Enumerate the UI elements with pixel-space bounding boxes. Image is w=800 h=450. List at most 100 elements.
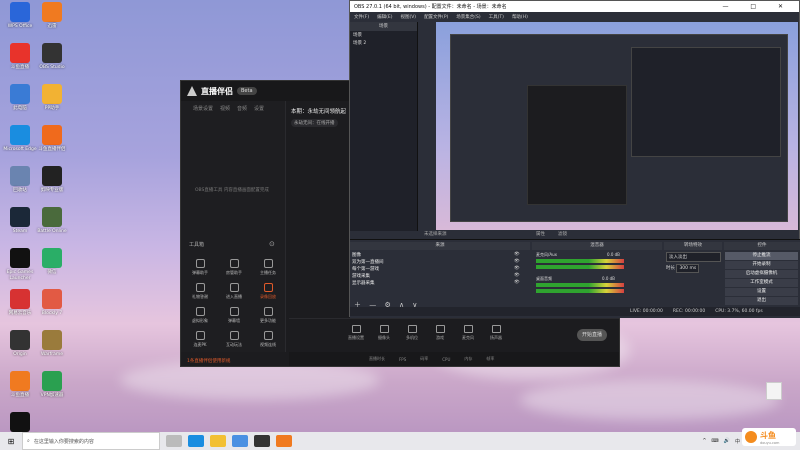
taskbar-search[interactable]: ⌕ 在这里输入你要搜索的内容	[22, 432, 160, 450]
start-icon[interactable]: ⊞	[0, 437, 22, 446]
tool-item[interactable]: 连麦PK	[185, 331, 215, 348]
bottom-tool-button[interactable]: 多机位	[401, 325, 423, 341]
scene-item[interactable]: 场景	[350, 31, 417, 39]
version-badge[interactable]: Beta	[237, 87, 257, 95]
visibility-icon[interactable]: 👁	[514, 252, 520, 257]
control-button[interactable]: 启动虚拟摄像机	[725, 270, 798, 278]
duration-input[interactable]: 300 ms	[676, 264, 700, 273]
live-tab[interactable]: 视频	[220, 105, 230, 112]
visibility-icon[interactable]: 👁	[514, 273, 520, 278]
source-item[interactable]: 双为第一直播间 👁	[352, 259, 530, 265]
live-status-item: 直播时长	[369, 356, 385, 361]
scene-item[interactable]: 场景 2	[350, 39, 417, 47]
desktop-icon[interactable]: VPN加速器	[32, 371, 72, 399]
tool-item[interactable]: 房管助手	[219, 259, 249, 276]
properties-button[interactable]: 属性	[536, 231, 545, 237]
tray-up-icon[interactable]: ^	[702, 438, 706, 445]
app-icon	[42, 289, 62, 309]
tool-icon	[263, 331, 273, 340]
tool-item[interactable]: 进入直播	[219, 283, 249, 300]
live-status-item: 内存	[464, 356, 473, 361]
tool-item[interactable]: 更多功能	[253, 307, 283, 324]
explorer-icon[interactable]	[210, 435, 226, 447]
desktop-icon[interactable]: Blockly 7	[32, 289, 72, 317]
sources-header: 来源	[350, 242, 530, 250]
store-icon[interactable]	[232, 435, 248, 447]
desktop-icon[interactable]: 微信	[32, 248, 72, 276]
visibility-icon[interactable]: 👁	[514, 266, 520, 271]
category-tag[interactable]: 永劫无间：在线开播	[291, 119, 338, 127]
obs-menu-item[interactable]: 编辑(E)	[377, 14, 392, 20]
bottom-tool-button[interactable]: 游戏	[429, 325, 451, 341]
visibility-icon[interactable]: 👁	[514, 259, 520, 264]
live-task-icon[interactable]	[276, 435, 292, 447]
tool-item[interactable]: 主播任务	[253, 259, 283, 276]
tool-item[interactable]: 弹幕墙	[219, 307, 249, 324]
watermark-text: 斗鱼	[760, 430, 776, 440]
source-item[interactable]: 显示器采集 👁	[352, 280, 530, 286]
douyu-watermark: 斗鱼 douyu.com	[742, 428, 796, 446]
logo-icon	[187, 86, 197, 96]
tool-label: 虚拟形象	[192, 318, 208, 323]
obs-menu-item[interactable]: 帮助(H)	[512, 14, 528, 20]
task-view-icon[interactable]	[166, 435, 182, 447]
tray-lang[interactable]: 中	[735, 438, 740, 445]
tool-label: 互动玩法	[226, 342, 242, 347]
obs-menu-item[interactable]: 场景集合(S)	[456, 14, 480, 20]
control-button[interactable]: 工作室模式	[725, 279, 798, 287]
edge-icon[interactable]	[188, 435, 204, 447]
transition-select[interactable]: 淡入淡出	[666, 252, 721, 262]
source-item[interactable]: 图像 👁	[352, 252, 530, 258]
controls-header: 控件	[724, 242, 800, 250]
visibility-icon[interactable]: 👁	[514, 280, 520, 285]
desktop-icon[interactable]: PP助手	[32, 84, 72, 112]
bottom-tool-button[interactable]: 扬声器	[485, 325, 507, 341]
tool-label: 主播任务	[260, 270, 276, 275]
source-item[interactable]: 游戏采集 👁	[352, 273, 530, 279]
tool-icon	[263, 259, 273, 268]
control-button[interactable]: 设置	[725, 288, 798, 296]
tool-item[interactable]: 礼物答谢	[185, 283, 215, 300]
desktop-icon[interactable]: 剪映专业版	[32, 166, 72, 194]
tool-item[interactable]: 虚拟形象	[185, 307, 215, 324]
more-icon[interactable]: ⊙	[269, 240, 275, 248]
app-icon	[42, 371, 62, 391]
obs-window-controls[interactable]: — □ ✕	[722, 3, 799, 10]
obs-menu-item[interactable]: 视图(V)	[400, 14, 416, 20]
tray-volume-icon[interactable]: 🔊	[724, 438, 730, 445]
obs-preview[interactable]	[436, 22, 798, 230]
live-tab[interactable]: 设置	[254, 105, 264, 112]
bottom-tool-button[interactable]: 直播设置	[345, 325, 367, 341]
tool-item[interactable]: 录像回放	[253, 283, 283, 300]
desktop-file-icon[interactable]	[766, 382, 782, 400]
control-button[interactable]: 开始录制	[725, 261, 798, 269]
obs-menu-item[interactable]: 文件(F)	[354, 14, 369, 20]
live-tab[interactable]: 音频	[237, 105, 247, 112]
desktop-icon[interactable]: 迅雷	[32, 2, 72, 30]
app-icon	[42, 125, 62, 145]
desktop-icon-label: 微信	[47, 270, 57, 275]
desktop-icon[interactable]: Warframe	[32, 330, 72, 358]
tool-item[interactable]: 弹幕助手	[185, 259, 215, 276]
obs-menu-item[interactable]: 配置文件(P)	[424, 14, 448, 20]
tool-item[interactable]: 视频连线	[253, 331, 283, 348]
live-tab[interactable]: 场景设置	[193, 105, 213, 112]
desktop-icon[interactable]: 斗鱼直播伴侣	[32, 125, 72, 153]
tool-item[interactable]: 互动玩法	[219, 331, 249, 348]
desktop-icon[interactable]: OBS Studio	[32, 43, 72, 71]
start-live-button[interactable]: 开始直播	[577, 329, 607, 341]
obs-menu-item[interactable]: 工具(T)	[489, 14, 504, 20]
control-button[interactable]: 停止推流	[725, 252, 798, 260]
notice-link[interactable]: 1条直播伴侣使用新规	[187, 359, 230, 364]
app-icon	[10, 166, 30, 186]
source-item[interactable]: 每个第一游戏 👁	[352, 266, 530, 272]
bottom-tool-button[interactable]: 麦克风	[457, 325, 479, 341]
filters-button[interactable]: 滤镜	[558, 231, 567, 237]
obs-task-icon[interactable]	[254, 435, 270, 447]
notice-bar[interactable]: 1条直播伴侣使用新规	[187, 358, 230, 364]
desktop-icon[interactable]: Battle Online	[32, 207, 72, 235]
bottom-tool-button[interactable]: 摄像头	[373, 325, 395, 341]
tray-keyboard-icon[interactable]: ⌨	[712, 438, 719, 445]
control-button[interactable]: 退出	[725, 297, 798, 305]
room-title[interactable]: 本期：永劫无间领航起	[291, 107, 346, 115]
